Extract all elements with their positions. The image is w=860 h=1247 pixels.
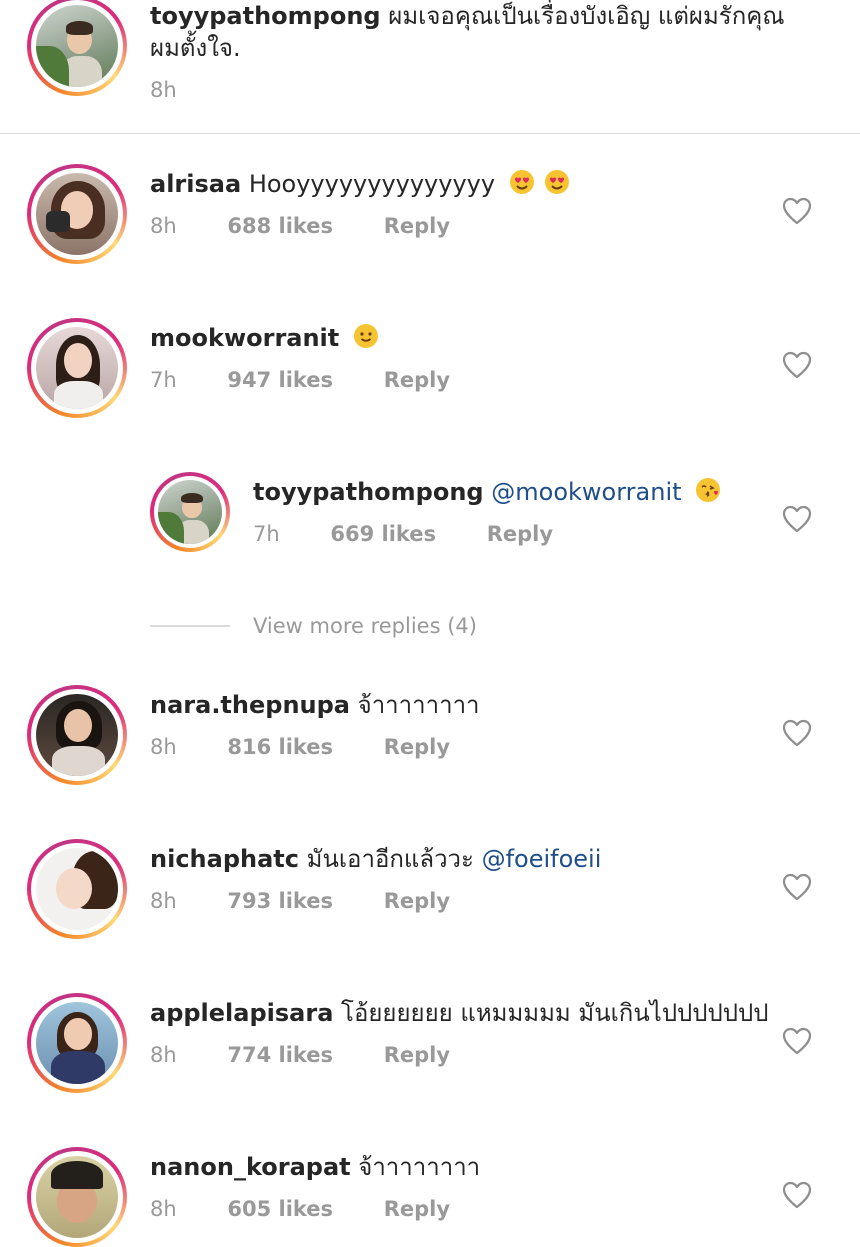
comment-text: Hooyyyyyyyyyyyyyy <box>248 170 496 198</box>
reply-button[interactable]: Reply <box>384 214 450 238</box>
heart-outline-icon[interactable] <box>781 872 813 902</box>
comment-text: โอ้ยยยยยย แหมมมมม มันเกินไปปปปปปป <box>341 999 769 1027</box>
comment-username[interactable]: nichaphatc <box>150 845 299 873</box>
kiss-emoji-icon <box>696 478 721 502</box>
comment-time: 7h <box>150 368 177 392</box>
comment-likes[interactable]: 793 likes <box>227 889 333 913</box>
heart-outline-icon[interactable] <box>781 718 813 748</box>
comment-text: จ้าาาาาาาา <box>357 691 480 719</box>
comment-username[interactable]: alrisaa <box>150 170 241 198</box>
comment-text: จ้าาาาาาาา <box>358 1153 481 1181</box>
comment-username[interactable]: toyypathompong <box>253 478 484 506</box>
reply-button[interactable]: Reply <box>487 522 553 546</box>
caption-username[interactable]: toyypathompong <box>150 2 381 30</box>
reply-button[interactable]: Reply <box>384 1197 450 1221</box>
comment-username[interactable]: mookworranit <box>150 324 339 352</box>
comment-time: 8h <box>150 889 177 913</box>
caption-text: ผมเจอคุณเป็นเรื่องบังเอิญ แต่ผมรักคุณ <box>388 2 785 30</box>
comment-text: มันเอาอีกแล้ววะ <box>306 845 474 873</box>
heart-outline-icon[interactable] <box>781 350 813 380</box>
mention-link[interactable]: @mookworranit <box>491 478 681 506</box>
slight-smile-emoji-icon <box>353 324 378 348</box>
mention-link[interactable]: @foeifoeii <box>482 845 602 873</box>
caption-time: 8h <box>150 78 177 102</box>
comment-time: 8h <box>150 1043 177 1067</box>
comment-time: 8h <box>150 735 177 759</box>
avatar[interactable] <box>27 993 127 1093</box>
avatar[interactable] <box>27 318 127 418</box>
comment-likes[interactable]: 688 likes <box>227 214 333 238</box>
comment-username[interactable]: nara.thepnupa <box>150 691 350 719</box>
divider <box>0 133 860 134</box>
avatar[interactable] <box>27 0 127 96</box>
reply-button[interactable]: Reply <box>384 1043 450 1067</box>
heart-eyes-emoji-icon <box>509 170 534 194</box>
reply-button[interactable]: Reply <box>384 368 450 392</box>
heart-outline-icon[interactable] <box>781 504 813 534</box>
reply-button[interactable]: Reply <box>384 735 450 759</box>
avatar[interactable] <box>27 839 127 939</box>
heart-outline-icon[interactable] <box>781 196 813 226</box>
heart-eyes-emoji-icon <box>545 170 570 194</box>
avatar[interactable] <box>150 472 230 552</box>
replies-line <box>150 625 230 627</box>
comment-time: 8h <box>150 1197 177 1221</box>
comment-time: 8h <box>150 214 177 238</box>
comment-likes[interactable]: 774 likes <box>227 1043 333 1067</box>
comment-username[interactable]: nanon_korapat <box>150 1153 351 1181</box>
reply-button[interactable]: Reply <box>384 889 450 913</box>
comment-likes[interactable]: 605 likes <box>227 1197 333 1221</box>
avatar[interactable] <box>27 1147 127 1247</box>
comment-likes[interactable]: 669 likes <box>330 522 436 546</box>
avatar[interactable] <box>27 164 127 264</box>
comment-likes[interactable]: 816 likes <box>227 735 333 759</box>
caption-text-line2: ผมตั้งใจ. <box>150 34 241 62</box>
view-more-replies-label[interactable]: View more replies (4) <box>253 614 477 638</box>
heart-outline-icon[interactable] <box>781 1180 813 1210</box>
heart-outline-icon[interactable] <box>781 1026 813 1056</box>
comment-time: 7h <box>253 522 280 546</box>
comment-username[interactable]: applelapisara <box>150 999 333 1027</box>
avatar[interactable] <box>27 685 127 785</box>
comment-likes[interactable]: 947 likes <box>227 368 333 392</box>
